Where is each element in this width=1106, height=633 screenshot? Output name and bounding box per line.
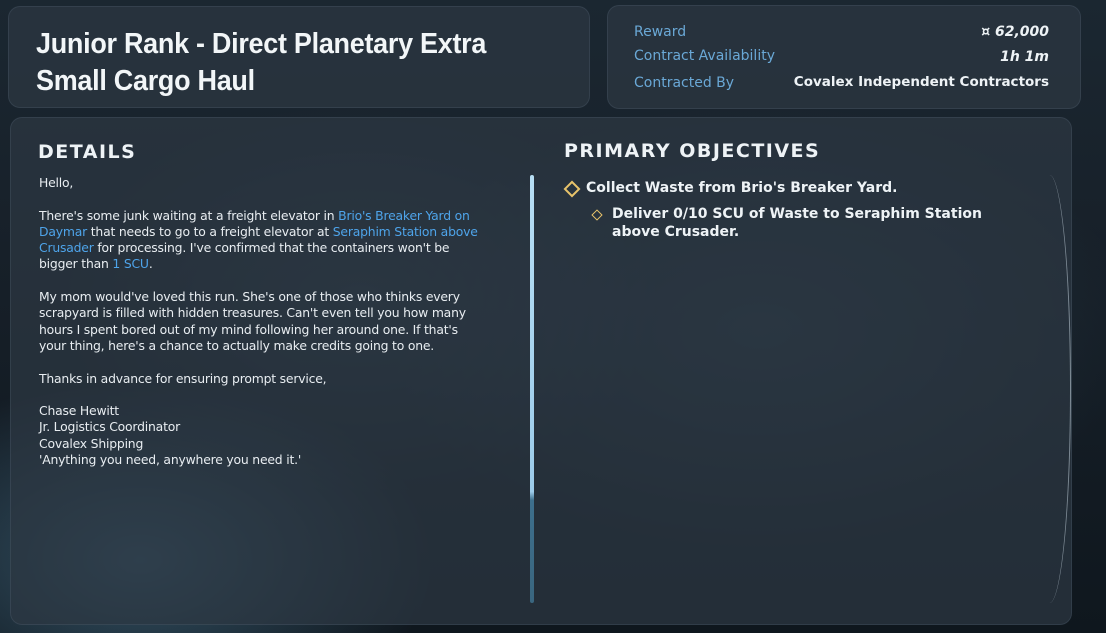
signature-company: Covalex Shipping (39, 435, 144, 451)
details-paragraph-1: There's some junk waiting at a freight e… (39, 208, 479, 273)
reward-value: ¤ 62,000 (981, 24, 1049, 40)
objective-subitem: Deliver 0/10 SCU of Waste to Seraphim St… (612, 206, 982, 240)
diamond-icon (591, 209, 603, 221)
availability-value: 1h 1m (1000, 49, 1049, 65)
signature-motto: 'Anything you need, anywhere you need it… (39, 452, 302, 468)
contract-info-panel: Reward ¤ 62,000 Contract Availability 1h… (607, 5, 1081, 109)
details-heading: DETAILS (38, 141, 137, 163)
diamond-icon (563, 180, 581, 198)
contract-main-panel: DETAILS Hello, There's some junk waiting… (10, 117, 1072, 625)
details-text: There's some junk waiting at a freight e… (39, 207, 339, 223)
signature-role: Jr. Logistics Coordinator (39, 419, 181, 435)
objectives-heading: PRIMARY OBJECTIVES (564, 140, 821, 162)
objectives-scroll-edge (1040, 175, 1071, 603)
details-text: . (148, 256, 153, 272)
signature: Chase Hewitt Jr. Logistics Coordinator C… (39, 403, 479, 468)
reward-label: Reward (634, 24, 687, 40)
details-body[interactable]: Hello, There's some junk waiting at a fr… (39, 175, 479, 468)
contract-title-panel: Junior Rank - Direct Planetary Extra Sma… (8, 6, 590, 108)
cargo-size-link[interactable]: 1 SCU (112, 256, 149, 271)
contracted-by-value: Covalex Independent Contractors (793, 74, 1049, 90)
objective-item: Collect Waste from Brio's Breaker Yard. (586, 180, 898, 196)
contract-title: Junior Rank - Direct Planetary Extra Sma… (36, 28, 487, 97)
details-text: that needs to go to a freight elevator a… (87, 223, 333, 239)
availability-label: Contract Availability (634, 48, 775, 64)
signature-name: Chase Hewitt (39, 403, 119, 419)
details-scrollbar[interactable] (530, 175, 534, 603)
details-text: for processing. I've confirmed that the … (39, 240, 450, 272)
details-paragraph-3: Thanks in advance for ensuring prompt se… (39, 370, 327, 386)
details-paragraph-2: My mom would've loved this run. She's on… (39, 289, 466, 353)
details-greeting: Hello, (39, 175, 74, 190)
contracted-by-label: Contracted By (634, 75, 735, 91)
